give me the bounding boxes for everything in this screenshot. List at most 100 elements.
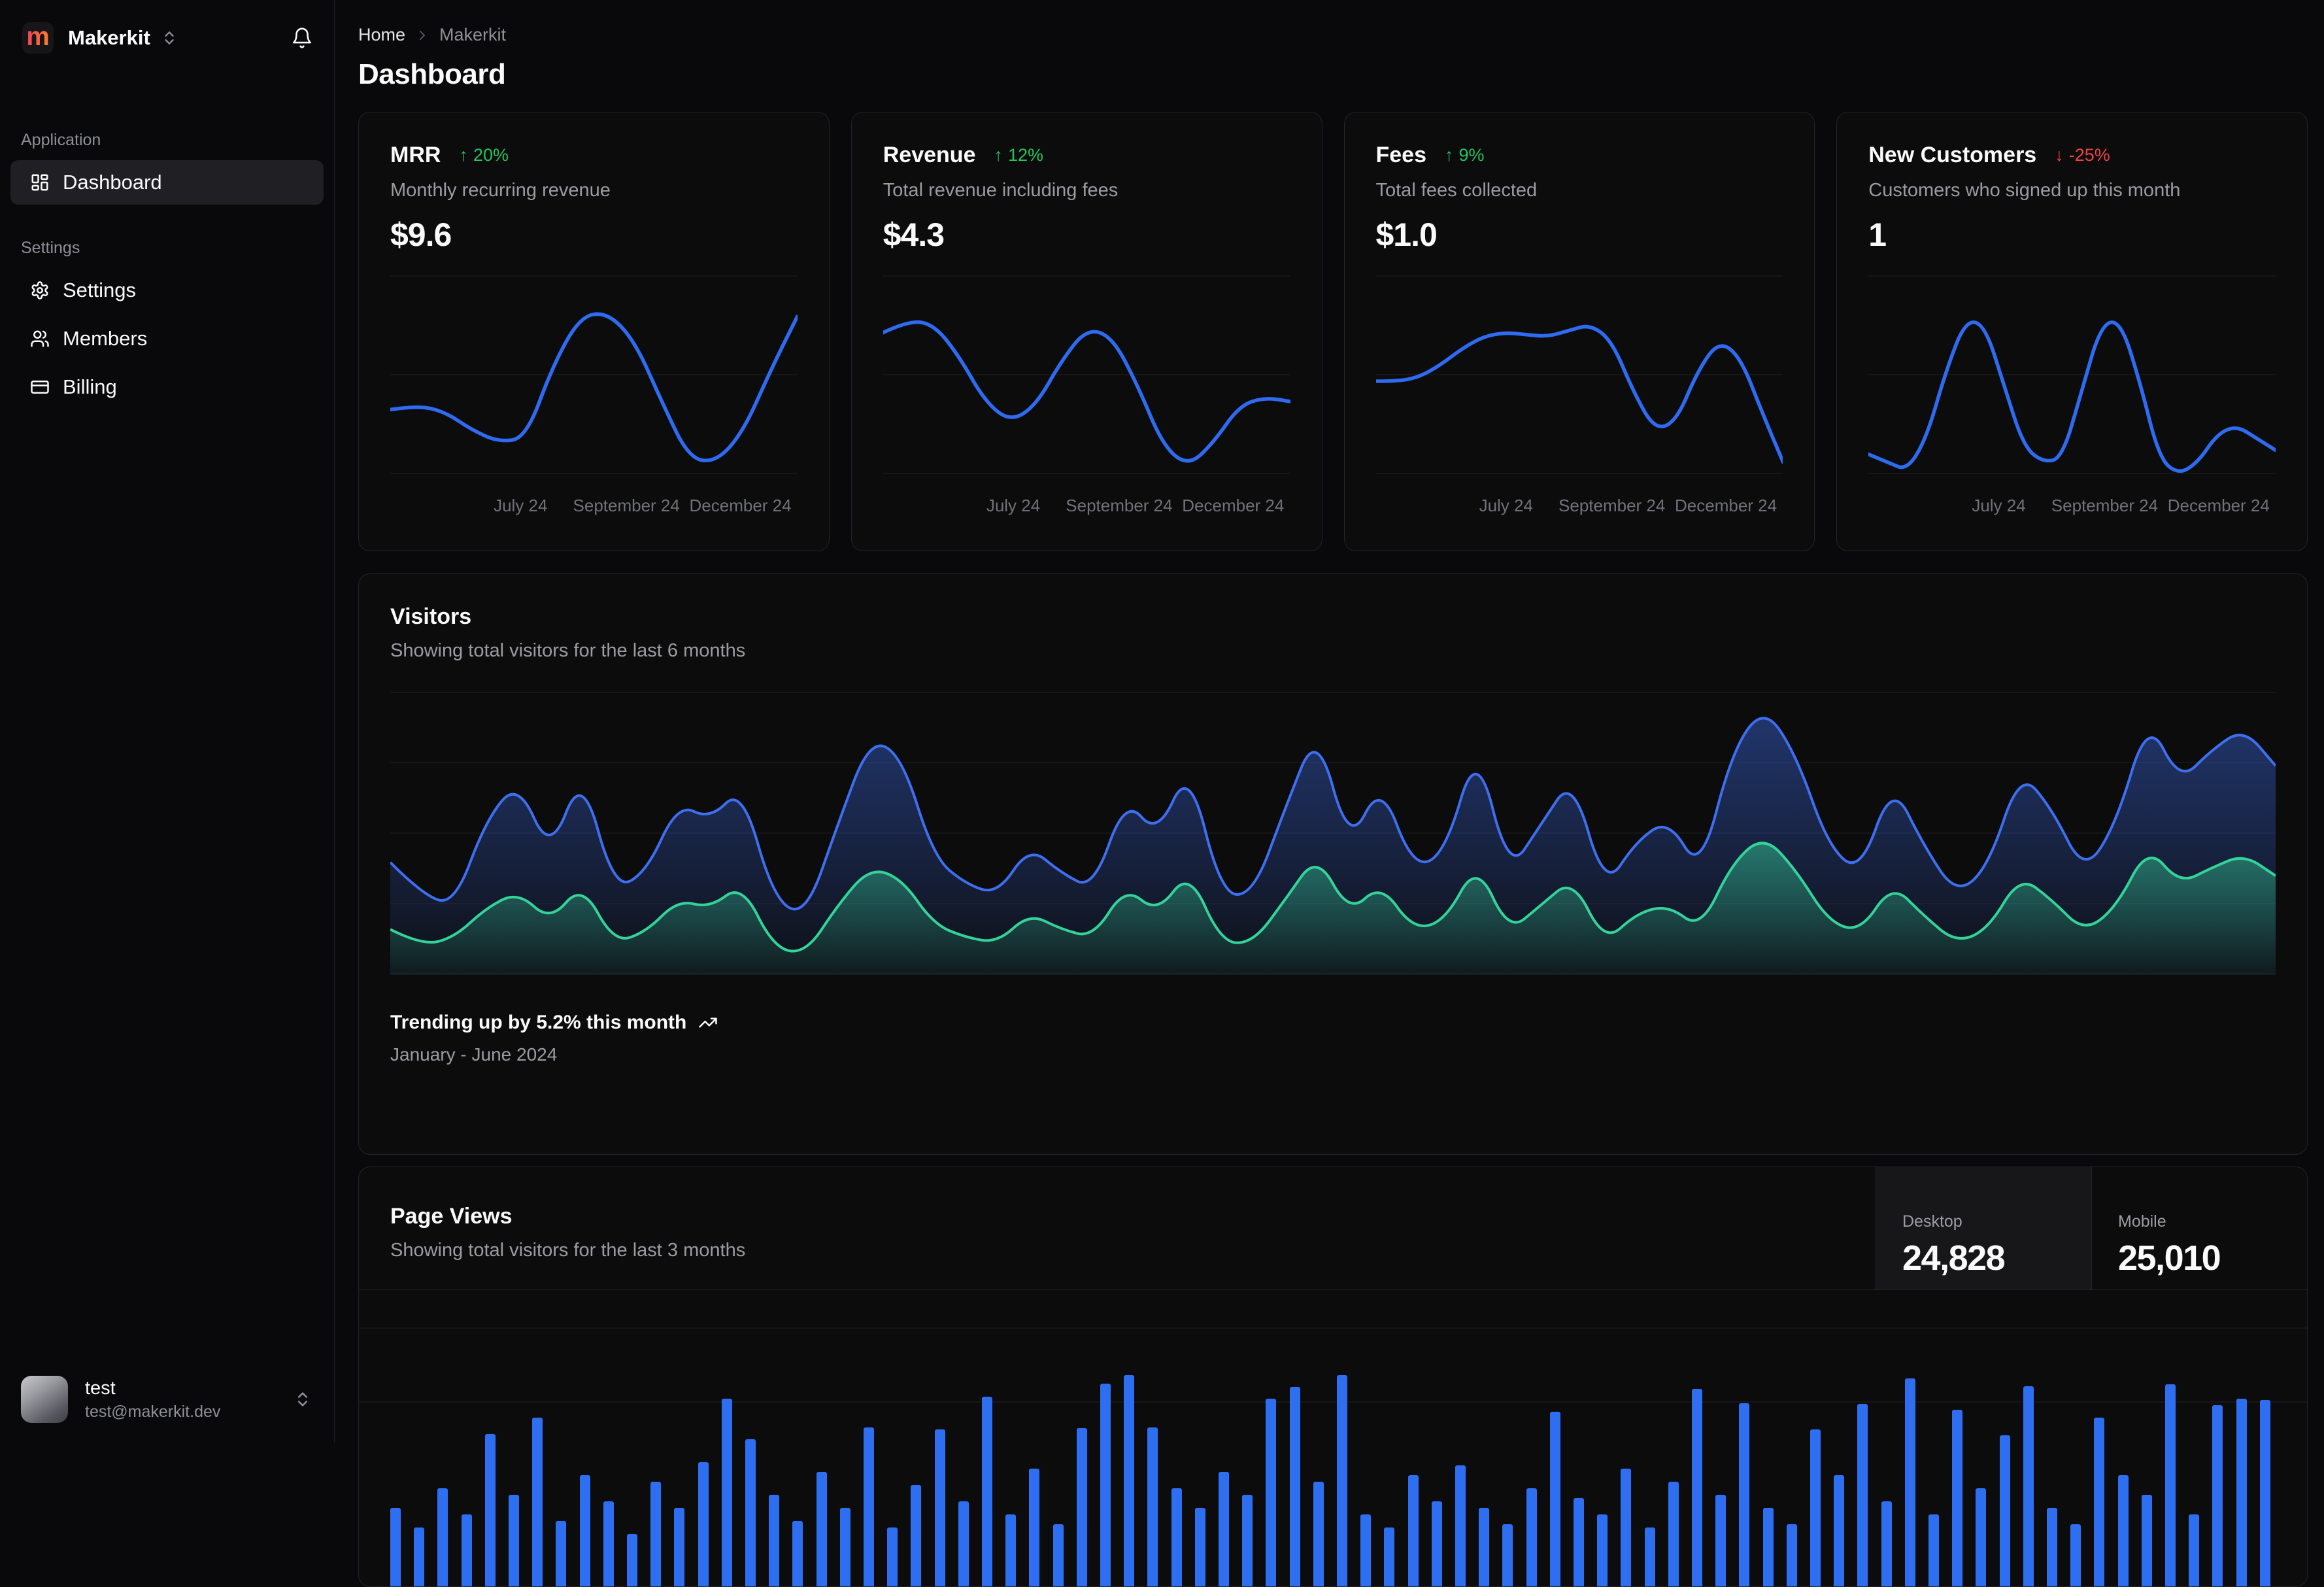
sparkline-chart: July 24 September 24 December 24 — [883, 272, 1290, 518]
arrow-up-icon: ↑ — [459, 145, 468, 165]
toggle-desktop[interactable]: Desktop 24,828 — [1876, 1167, 2091, 1289]
gear-icon — [31, 281, 48, 299]
page-views-bar — [1786, 1524, 1797, 1586]
page-views-bar — [1053, 1524, 1064, 1586]
page-views-bar — [1574, 1498, 1584, 1586]
breadcrumb-home-link[interactable]: Home — [358, 25, 405, 45]
page-views-bar — [2070, 1524, 2081, 1586]
bell-icon — [292, 27, 312, 48]
stat-card-fees: Fees ↑ 9% Total fees collected $1.0 July … — [1343, 112, 1815, 551]
page-views-bar — [1502, 1524, 1513, 1586]
stat-card-mrr: MRR ↑ 20% Monthly recurring revenue $9.6 … — [358, 112, 830, 551]
page-views-bar — [1431, 1501, 1442, 1586]
page-views-bar — [2259, 1400, 2270, 1586]
user-menu[interactable]: test test@makerkit.dev — [0, 1359, 334, 1442]
stat-cards-row: MRR ↑ 20% Monthly recurring revenue $9.6 … — [358, 112, 2308, 551]
breadcrumb-current: Makerkit — [439, 25, 507, 44]
page-views-bar — [1881, 1501, 1892, 1586]
stat-value: 25,010 — [2118, 1238, 2221, 1278]
page-views-bar — [2141, 1495, 2152, 1586]
stat-delta-badge: ↓ -25% — [2055, 145, 2110, 165]
page-views-bar — [934, 1429, 945, 1586]
sidebar-item-settings[interactable]: Settings — [10, 268, 324, 313]
page-views-bar — [1360, 1514, 1372, 1586]
page-views-bar — [1668, 1482, 1679, 1586]
stat-label: Mobile — [2118, 1212, 2166, 1231]
workspace-selector[interactable]: Makerkit — [68, 26, 178, 50]
main-content: Home Makerkit Dashboard MRR ↑ 20% Monthly… — [335, 0, 2324, 1587]
page-views-bar — [1479, 1508, 1490, 1586]
sidebar-nav: Application Dashboard Settings Settings … — [0, 131, 334, 409]
arrow-up-icon: ↑ — [1445, 145, 1454, 165]
x-axis-labels: July 24 September 24 December 24 — [1972, 496, 2270, 515]
page-views-bar — [2023, 1386, 2034, 1586]
page-views-bar — [1621, 1469, 1632, 1586]
workspace-header: m Makerkit — [0, 0, 334, 54]
page-views-bar — [1313, 1482, 1324, 1586]
page-views-bar — [958, 1501, 969, 1586]
page-title: Dashboard — [358, 58, 506, 90]
users-icon — [31, 330, 49, 347]
page-views-bar — [1029, 1469, 1040, 1586]
page-views-bar — [1171, 1488, 1182, 1586]
nav-group-application: Application Dashboard — [10, 131, 324, 205]
sidebar-item-members[interactable]: Members — [10, 316, 324, 361]
toggle-mobile[interactable]: Mobile 25,010 — [2091, 1167, 2307, 1289]
visitors-date-range: January - June 2024 — [390, 1044, 558, 1065]
user-meta: test test@makerkit.dev — [85, 1378, 220, 1422]
page-views-bar — [2236, 1399, 2247, 1586]
page-views-bar — [437, 1488, 448, 1586]
sidebar: m Makerkit Application Dashboard Setting… — [0, 0, 335, 1442]
user-email: test@makerkit.dev — [85, 1402, 221, 1421]
sparkline-chart: July 24 September 24 December 24 — [1868, 272, 2276, 518]
sidebar-item-billing[interactable]: Billing — [10, 365, 324, 409]
page-views-bar — [1124, 1375, 1135, 1586]
page-views-bar-chart — [390, 1290, 2283, 1586]
page-views-bar — [887, 1527, 898, 1586]
stat-subtitle: Total fees collected — [1375, 180, 1538, 201]
page-views-bar — [1597, 1514, 1608, 1586]
page-views-bar — [1952, 1410, 1963, 1586]
sidebar-item-label: Dashboard — [63, 171, 162, 194]
page-views-header: Page Views Showing total visitors for th… — [359, 1167, 2307, 1290]
stat-title: MRR — [390, 143, 441, 167]
page-views-bar — [650, 1482, 662, 1586]
sidebar-item-label: Settings — [63, 279, 137, 301]
sidebar-item-dashboard[interactable]: Dashboard — [10, 160, 324, 205]
page-views-bar — [982, 1397, 992, 1586]
page-views-bar — [579, 1475, 590, 1586]
page-views-bar — [1242, 1495, 1253, 1586]
page-views-bar — [911, 1485, 922, 1586]
stat-value: $9.6 — [390, 216, 452, 253]
logo-letter: m — [26, 22, 50, 51]
stat-card-revenue: Revenue ↑ 12% Total revenue including fee… — [850, 112, 1322, 551]
stat-value: 24,828 — [1902, 1238, 2006, 1278]
page-views-bar — [509, 1495, 519, 1586]
page-views-bar — [1999, 1435, 2010, 1586]
page-views-bar — [1549, 1412, 1560, 1586]
page-views-bar — [1455, 1465, 1466, 1586]
page-views-bar — [484, 1434, 496, 1586]
page-views-bar — [627, 1534, 637, 1586]
trending-up-icon — [699, 1017, 718, 1028]
stat-delta-badge: ↑ 12% — [994, 145, 1044, 165]
page-views-bar — [2047, 1508, 2057, 1586]
page-views-bar — [1266, 1399, 1277, 1586]
notifications-button[interactable] — [288, 24, 316, 52]
stat-label: Desktop — [1902, 1212, 1962, 1231]
layout-dashboard-icon — [31, 174, 48, 191]
nav-group-settings: Settings Settings Members Billing — [10, 239, 324, 409]
page-views-card: Page Views Showing total visitors for th… — [358, 1167, 2308, 1587]
page-views-bar — [1715, 1495, 1726, 1586]
page-views-bar — [1076, 1428, 1087, 1586]
page-views-bar — [1337, 1375, 1347, 1586]
page-views-bar — [1384, 1527, 1395, 1586]
visitors-subtitle: Showing total visitors for the last 6 mo… — [390, 640, 746, 661]
page-views-bar — [1904, 1378, 1915, 1586]
stat-value: $1.0 — [1375, 216, 1438, 253]
page-views-bar — [721, 1399, 732, 1586]
stat-title: New Customers — [1868, 143, 2037, 167]
chevrons-up-down-icon — [297, 1392, 308, 1407]
nav-group-label: Application — [21, 131, 101, 149]
x-axis-labels: July 24 September 24 December 24 — [494, 496, 792, 515]
